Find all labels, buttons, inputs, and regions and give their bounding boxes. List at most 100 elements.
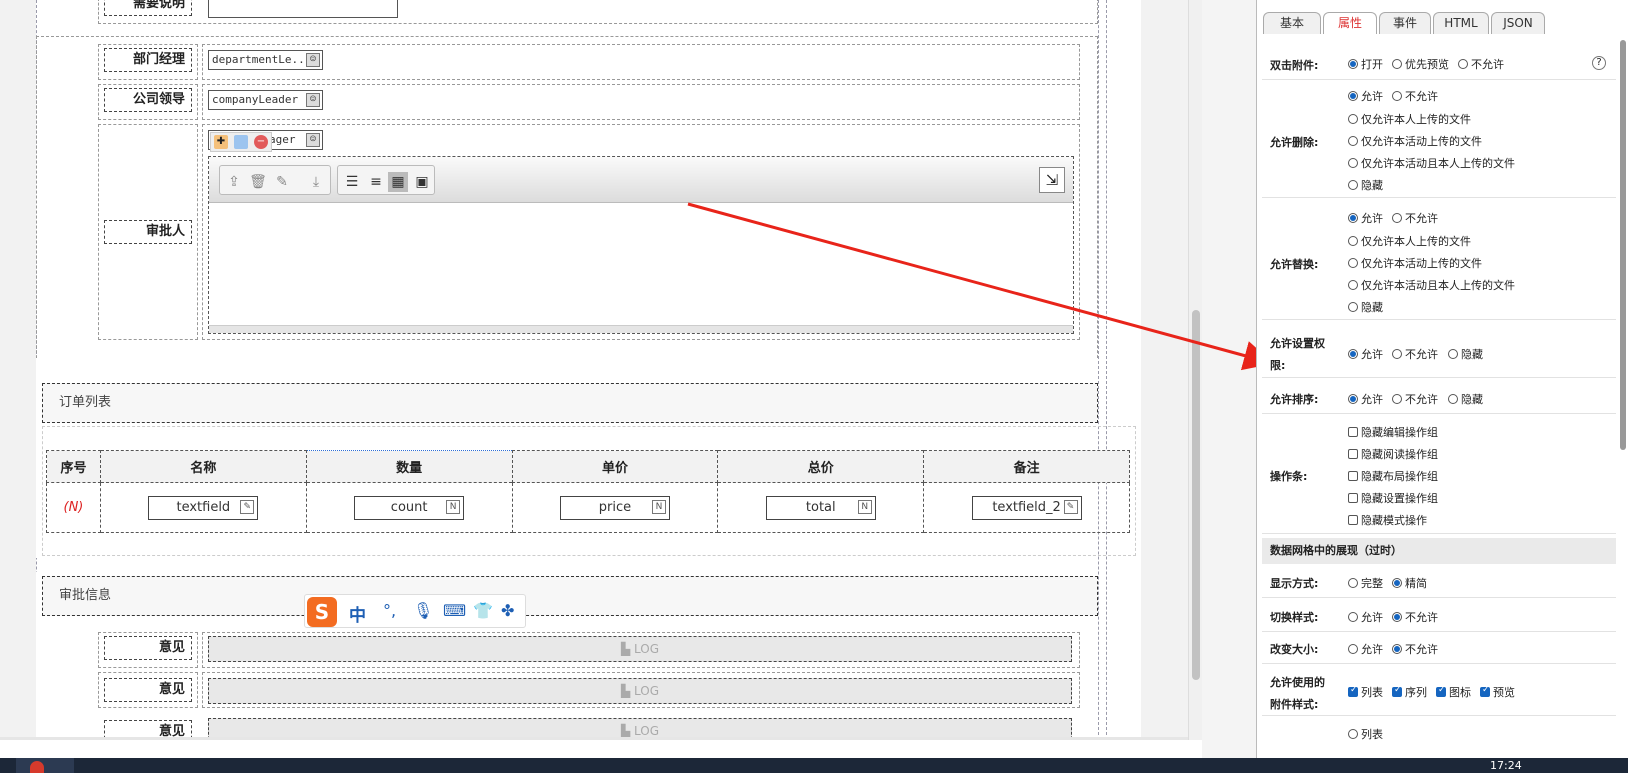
radio-option[interactable]: 隐藏 [1448,346,1483,362]
checkbox-option[interactable]: 隐藏阅读操作组 [1348,446,1438,462]
option-label: 精简 [1405,577,1427,590]
log-field[interactable]: ▙ LOG [208,636,1072,662]
radio-option[interactable]: 允许 [1348,210,1383,226]
skin-icon[interactable]: 👕 [473,601,493,620]
radio-option[interactable]: 仅允许本活动上传的文件 [1348,133,1482,149]
radio-option[interactable]: 不允许 [1392,210,1438,226]
radio-option[interactable]: 隐藏 [1448,391,1483,407]
help-icon[interactable]: ? [1592,56,1606,70]
field-label[interactable]: 意见 [104,678,192,702]
field-label[interactable]: 意见 [104,636,192,660]
user-select-field[interactable]: companyLeader ☺ [208,90,323,110]
keyboard-icon[interactable]: ⌨ [443,601,466,620]
number-field[interactable]: price N [559,495,670,520]
panel-scroll-thumb[interactable] [1620,40,1626,450]
download-icon[interactable]: ⤓ [306,172,326,192]
user-icon[interactable]: ☺ [306,93,320,107]
field-label[interactable]: 需要说明 [104,0,192,16]
sogou-icon[interactable]: S [307,597,337,627]
radio-option[interactable]: 仅允许本人上传的文件 [1348,111,1471,127]
field-label[interactable]: 公司领导 [104,88,192,112]
row-index: (N) [46,482,101,533]
tab-json[interactable]: JSON [1491,12,1545,34]
ime-mode-label[interactable]: 中 [349,601,366,626]
col-header[interactable]: 总价 [717,450,925,483]
checkbox-option[interactable]: 隐藏布局操作组 [1348,468,1438,484]
toolbox-icon[interactable]: ✤ [501,601,514,620]
checkbox-option[interactable]: 列表 [1348,684,1383,700]
number-field[interactable]: count N [354,495,465,520]
horizontal-scrollbar[interactable] [0,737,1188,740]
radio-option[interactable]: 隐藏 [1348,299,1383,315]
radio-option[interactable]: 隐藏 [1348,177,1383,193]
tab-html[interactable]: HTML [1433,12,1489,34]
radio-option[interactable]: 允许 [1348,641,1383,657]
radio-option[interactable]: 允许 [1348,346,1383,362]
log-field[interactable]: ▙ LOG [208,678,1072,704]
start-button[interactable] [16,758,74,773]
radio-option[interactable]: 仅允许本活动且本人上传的文件 [1348,155,1515,171]
scrollbar-thumb[interactable] [1192,310,1200,680]
checkbox-option[interactable]: 预览 [1480,684,1515,700]
radio-option[interactable]: 不允许 [1392,391,1438,407]
col-header[interactable]: 备注 [923,450,1130,483]
vertical-scrollbar[interactable] [1188,0,1202,740]
radio-option[interactable]: 不允许 [1392,346,1438,362]
tab-properties[interactable]: 属性 [1323,12,1377,34]
field-label[interactable]: 审批人 [104,220,192,244]
option-label: 隐藏 [1361,179,1383,192]
radio-option[interactable]: 优先预览 [1392,56,1449,72]
col-header[interactable]: 数量 [305,450,513,483]
element-tools: ✚ − [210,132,272,152]
copy-icon[interactable] [234,135,248,149]
user-icon[interactable]: ☺ [306,133,320,147]
checkbox-option[interactable]: 隐藏模式操作 [1348,512,1427,528]
radio-option[interactable]: 允许 [1348,609,1383,625]
radio-option[interactable]: 打开 [1348,56,1383,72]
punctuation-icon[interactable]: °, [383,601,396,620]
delete-icon[interactable]: − [254,135,268,149]
col-header[interactable]: 名称 [99,450,307,483]
checkbox-option[interactable]: 序列 [1392,684,1427,700]
app-icon[interactable] [30,761,44,773]
radio-option[interactable]: 仅允许本活动上传的文件 [1348,255,1482,271]
radio-option[interactable]: 不允许 [1458,56,1504,72]
prop-row: 允许使用的 附件样式: 列表 序列 图标 预览 [1262,666,1616,716]
field-label[interactable]: 部门经理 [104,48,192,72]
move-icon[interactable]: ✚ [214,135,228,149]
microphone-icon[interactable]: 🎙 [413,601,433,620]
radio-option[interactable]: 列表 [1348,726,1383,742]
text-field[interactable]: textfield ✎ [148,495,259,520]
radio-option[interactable]: 允许 [1348,88,1383,104]
attachment-component[interactable]: ⇪ 🗑 ✎ ⤓ ☰ ≡ ▦ ▣ ⇲ [208,156,1074,334]
upload-icon[interactable]: ⇪ [224,172,244,192]
radio-option[interactable]: 不允许 [1392,88,1438,104]
list-icon[interactable]: ☰ [342,172,362,192]
delete-icon[interactable]: 🗑 [248,172,268,192]
grid-icon[interactable]: ▦ [388,172,408,192]
radio-option[interactable]: 仅允许本人上传的文件 [1348,233,1471,249]
radio-option[interactable]: 不允许 [1392,609,1438,625]
col-header[interactable]: 序号 [46,450,101,483]
number-field[interactable]: total N [765,495,876,520]
textarea-field[interactable] [208,0,398,18]
checkbox-option[interactable]: 图标 [1436,684,1471,700]
checkbox-option[interactable]: 隐藏设置操作组 [1348,490,1438,506]
radio-option[interactable]: 不允许 [1392,641,1438,657]
checkbox-option[interactable]: 隐藏编辑操作组 [1348,424,1438,440]
clock[interactable]: 17:24 [1490,759,1522,772]
image-icon[interactable]: ▣ [412,172,432,192]
radio-option[interactable]: 完整 [1348,575,1383,591]
text-field[interactable]: textfield_2 ✎ [971,495,1082,520]
user-select-field[interactable]: departmentLe... ☺ [208,50,323,70]
radio-option[interactable]: 仅允许本活动且本人上传的文件 [1348,277,1515,293]
radio-option[interactable]: 精简 [1392,575,1427,591]
radio-option[interactable]: 允许 [1348,391,1383,407]
ordered-list-icon[interactable]: ≡ [366,172,386,192]
tab-basic[interactable]: 基本 [1263,12,1321,34]
expand-icon[interactable]: ⇲ [1039,167,1065,193]
user-icon[interactable]: ☺ [306,53,320,67]
edit-icon[interactable]: ✎ [272,172,292,192]
tab-events[interactable]: 事件 [1379,12,1431,34]
col-header[interactable]: 单价 [511,450,719,483]
